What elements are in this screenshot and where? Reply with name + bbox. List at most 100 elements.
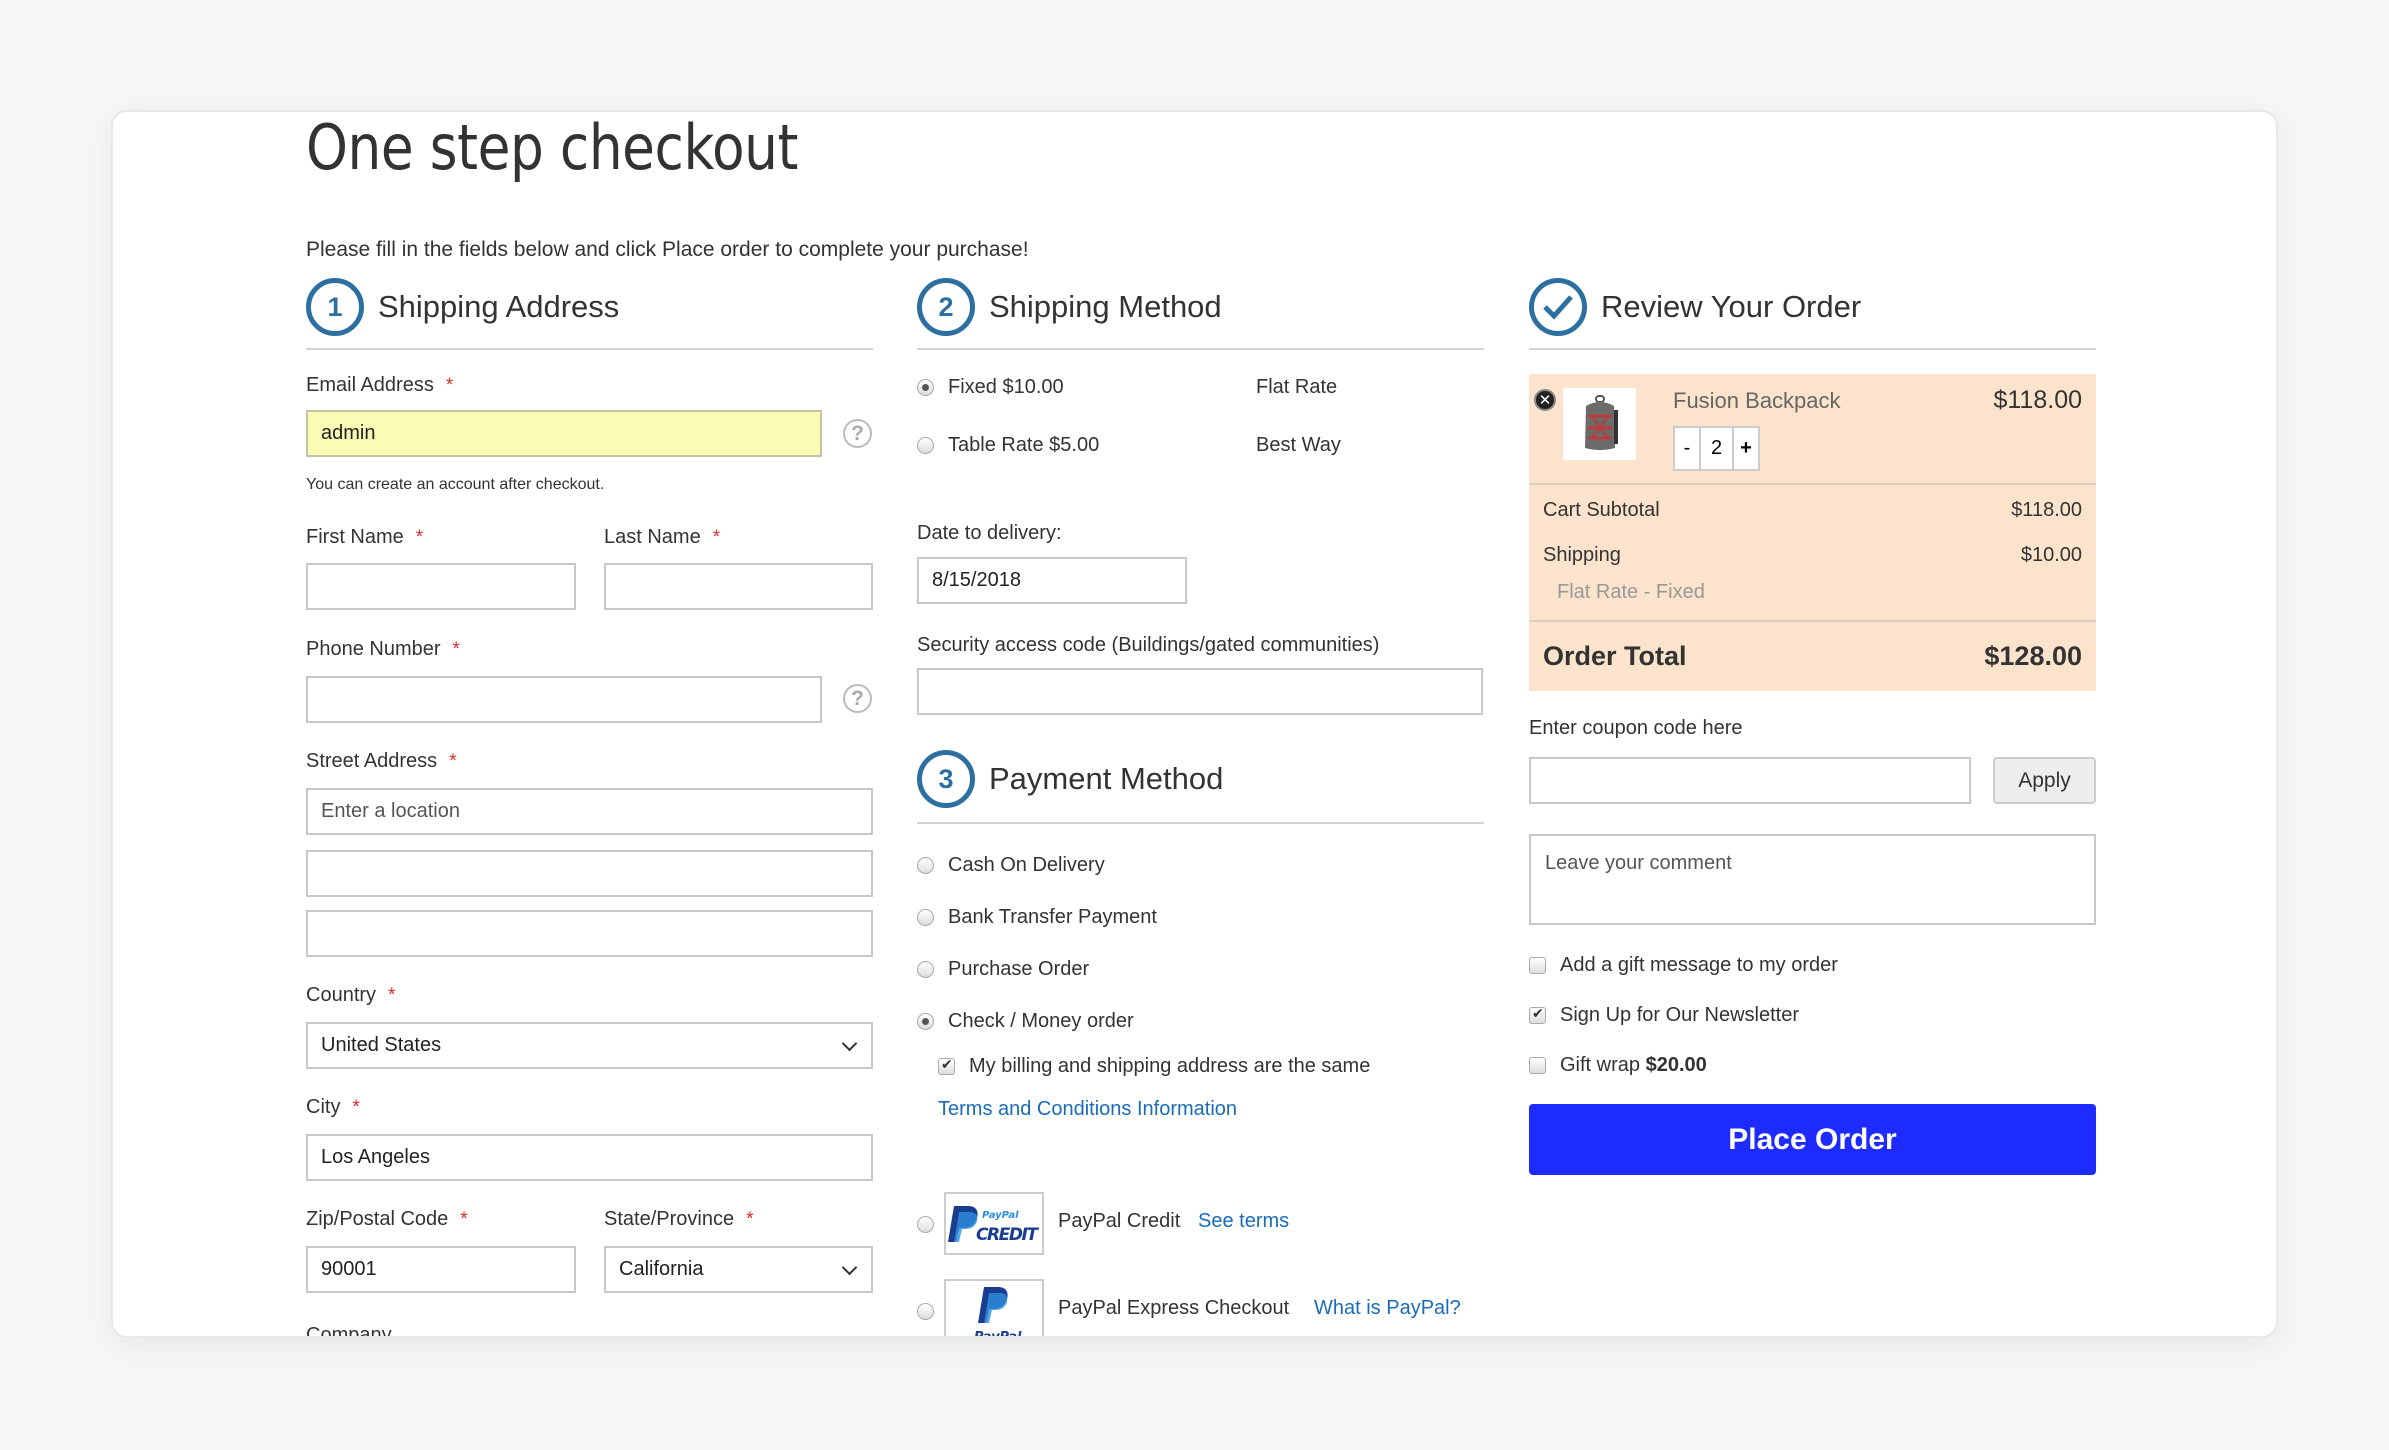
- payment-purchase-order-radio[interactable]: [917, 961, 934, 978]
- payment-option-label: Bank Transfer Payment: [948, 906, 1157, 928]
- street-label: Street Address *: [306, 750, 457, 772]
- paypal-express-radio[interactable]: [917, 1303, 934, 1320]
- review-header: Review Your Order: [1529, 278, 2096, 336]
- last-name-label: Last Name *: [604, 526, 721, 548]
- product-name: Fusion Backpack: [1673, 388, 1841, 413]
- shipping-option-carrier: Flat Rate: [1256, 376, 1338, 398]
- payment-option[interactable]: Check / Money order: [917, 1010, 1134, 1032]
- order-summary: ✕ Fusion Backpack $118.00 - 2 + Cart Sub…: [1529, 374, 2096, 691]
- comment-textarea[interactable]: Leave your comment: [1529, 834, 2096, 925]
- step-1-icon: 1: [306, 278, 364, 336]
- first-name-input[interactable]: [306, 563, 576, 610]
- gift-wrap-checkbox[interactable]: [1529, 1057, 1546, 1074]
- remove-item-icon[interactable]: ✕: [1534, 389, 1556, 411]
- zip-input[interactable]: 90001: [306, 1246, 576, 1293]
- security-code-input[interactable]: [917, 668, 1483, 715]
- company-label: Company: [306, 1324, 392, 1338]
- payment-method-section: 3 Payment Method: [917, 750, 1484, 824]
- shipping-method-section: 2 Shipping Method: [917, 278, 1484, 350]
- phone-input[interactable]: [306, 676, 822, 723]
- shipping-fixed-radio[interactable]: [917, 379, 934, 396]
- payment-bank-transfer-radio[interactable]: [917, 909, 934, 926]
- payment-option[interactable]: Cash On Delivery: [917, 854, 1105, 876]
- review-section: Review Your Order: [1529, 278, 2096, 350]
- product-image: [1563, 388, 1636, 460]
- newsletter-option[interactable]: Sign Up for Our Newsletter: [1529, 1004, 1799, 1026]
- city-input[interactable]: Los Angeles: [306, 1134, 873, 1181]
- paypal-icon: PayPal: [974, 1287, 1022, 1338]
- shipping-table-rate-radio[interactable]: [917, 437, 934, 454]
- divider: [1529, 483, 2096, 485]
- gift-wrap-option[interactable]: Gift wrap $20.00: [1529, 1054, 1707, 1076]
- zip-label: Zip/Postal Code *: [306, 1208, 468, 1230]
- billing-same-option[interactable]: My billing and shipping address are the …: [938, 1055, 1370, 1077]
- divider: [306, 348, 873, 350]
- shipping-option-label: Fixed $10.00: [948, 376, 1064, 398]
- email-label: Email Address *: [306, 374, 454, 396]
- checkmark-icon: [1529, 278, 1587, 336]
- street-line-1-input[interactable]: Enter a location: [306, 788, 873, 835]
- delivery-date-input[interactable]: 8/15/2018: [917, 557, 1187, 604]
- gift-message-checkbox[interactable]: [1529, 957, 1546, 974]
- first-name-label: First Name *: [306, 526, 424, 548]
- coupon-input[interactable]: [1529, 757, 1971, 804]
- email-input[interactable]: admin: [306, 410, 822, 457]
- payment-option-label: Check / Money order: [948, 1010, 1134, 1032]
- divider: [917, 822, 1484, 824]
- security-code-label: Security access code (Buildings/gated co…: [917, 634, 1380, 656]
- gift-message-label: Add a gift message to my order: [1560, 954, 1838, 976]
- country-select[interactable]: United States: [306, 1022, 873, 1069]
- billing-same-checkbox[interactable]: [938, 1056, 955, 1075]
- payment-cod-radio[interactable]: [917, 857, 934, 874]
- paypal-express-option[interactable]: PayPal PayPal Express Checkout What is P…: [917, 1279, 1461, 1336]
- see-terms-link[interactable]: See terms: [1198, 1210, 1289, 1233]
- street-line-2-input[interactable]: [306, 850, 873, 897]
- checkout-card: One step checkout Please fill in the fie…: [111, 110, 2278, 1338]
- shipping-method-header: 2 Shipping Method: [917, 278, 1484, 336]
- paypal-logo-text: PayPal: [974, 1330, 1022, 1338]
- state-select[interactable]: California: [604, 1246, 873, 1293]
- gift-wrap-price: $20.00: [1645, 1054, 1707, 1076]
- payment-option[interactable]: Purchase Order: [917, 958, 1089, 980]
- qty-input[interactable]: 2: [1701, 428, 1734, 469]
- street-line-3-input[interactable]: [306, 910, 873, 957]
- page-title: One step checkout: [306, 111, 799, 184]
- newsletter-checkbox[interactable]: [1529, 1005, 1546, 1024]
- email-help-icon[interactable]: ?: [843, 419, 872, 448]
- last-name-input[interactable]: [604, 563, 873, 610]
- section-title: Shipping Method: [989, 289, 1222, 324]
- shipping-address-section: 1 Shipping Address: [306, 278, 873, 350]
- qty-decrease-button[interactable]: -: [1675, 428, 1701, 469]
- shipping-option[interactable]: Fixed $10.00 Flat Rate: [917, 376, 1484, 398]
- paypal-credit-radio[interactable]: [917, 1216, 934, 1233]
- payment-check-money-order-radio[interactable]: [917, 1013, 934, 1030]
- phone-label: Phone Number *: [306, 638, 460, 660]
- apply-coupon-button[interactable]: Apply: [1993, 757, 2096, 804]
- payment-option[interactable]: Bank Transfer Payment: [917, 906, 1157, 928]
- order-total-value: $128.00: [1984, 641, 2082, 671]
- shipping-option-carrier: Best Way: [1256, 434, 1341, 456]
- section-title: Payment Method: [989, 761, 1224, 796]
- gift-wrap-label: Gift wrap $20.00: [1560, 1054, 1707, 1076]
- quantity-stepper: - 2 +: [1673, 426, 1760, 471]
- product-price: $118.00: [1993, 386, 2082, 414]
- shipping-option-label: Table Rate $5.00: [948, 434, 1100, 456]
- paypal-credit-icon: PayPal CREDIT: [948, 1205, 1039, 1245]
- shipping-option[interactable]: Table Rate $5.00 Best Way: [917, 434, 1484, 456]
- qty-increase-button[interactable]: +: [1734, 428, 1758, 469]
- terms-link[interactable]: Terms and Conditions Information: [938, 1098, 1237, 1121]
- phone-help-icon[interactable]: ?: [843, 684, 872, 713]
- subtotal-value: $118.00: [2011, 499, 2082, 521]
- payment-option-label: Purchase Order: [948, 958, 1090, 980]
- place-order-button[interactable]: Place Order: [1529, 1104, 2096, 1175]
- paypal-express-logo: PayPal: [944, 1279, 1044, 1338]
- gift-message-option[interactable]: Add a gift message to my order: [1529, 954, 1838, 976]
- section-title: Review Your Order: [1601, 289, 1862, 324]
- shipping-value: $10.00: [2020, 544, 2082, 566]
- step-2-icon: 2: [917, 278, 975, 336]
- country-label: Country *: [306, 984, 396, 1006]
- paypal-credit-option[interactable]: PayPal CREDIT PayPal Credit See terms: [917, 1192, 1289, 1255]
- paypal-credit-logo-bottom: CREDIT: [976, 1225, 1039, 1245]
- what-is-paypal-link[interactable]: What is PayPal?: [1314, 1297, 1461, 1320]
- newsletter-label: Sign Up for Our Newsletter: [1560, 1004, 1799, 1026]
